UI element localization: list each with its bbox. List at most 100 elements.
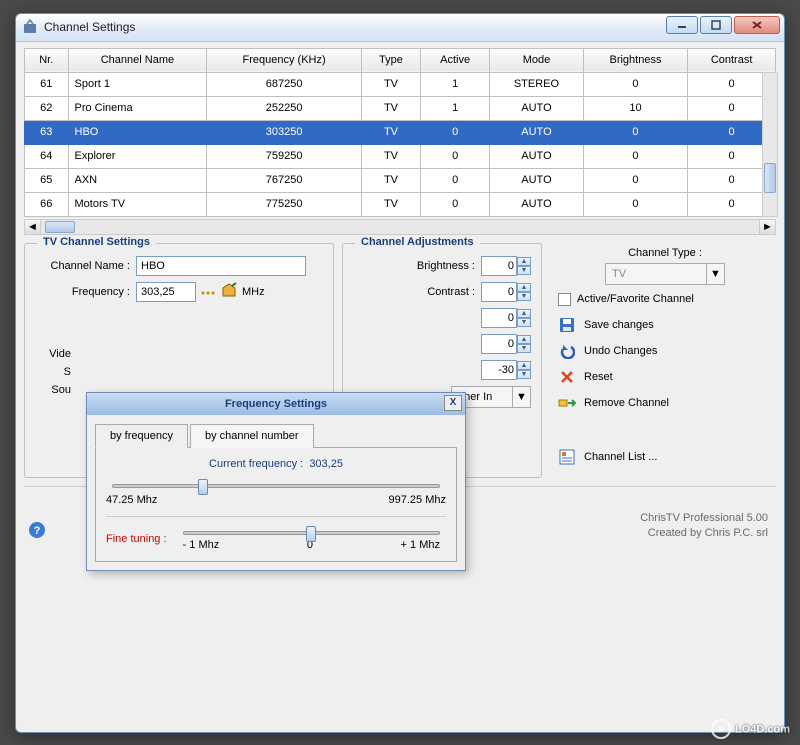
fine-tuning-slider[interactable] [183,531,440,535]
table-row[interactable]: 64Explorer759250TV0AUTO00 [25,144,776,168]
reset-button[interactable]: Reset [558,368,772,386]
table-row[interactable]: 65AXN767250TV0AUTO00 [25,168,776,192]
table-cell[interactable]: 0 [421,120,490,144]
table-cell[interactable]: AUTO [490,168,584,192]
titlebar[interactable]: Channel Settings [16,14,784,42]
scroll-left-arrow[interactable]: ◄ [25,220,41,234]
column-header[interactable]: Type [361,48,420,72]
channel-picker-icon[interactable] [220,282,238,301]
table-cell[interactable]: 66 [25,192,69,216]
column-header[interactable]: Brightness [583,48,687,72]
table-cell[interactable]: 0 [583,120,687,144]
table-cell[interactable]: 303250 [207,120,362,144]
scroll-thumb[interactable] [764,163,776,193]
table-cell[interactable]: TV [361,120,420,144]
contrast-spinner[interactable]: ▲▼ [481,282,531,302]
table-cell[interactable]: HBO [68,120,207,144]
table-row[interactable]: 62Pro Cinema252250TV1AUTO100 [25,96,776,120]
table-cell[interactable]: 62 [25,96,69,120]
table-cell[interactable]: 0 [583,72,687,96]
column-header[interactable]: Channel Name [68,48,207,72]
popup-titlebar[interactable]: Frequency Settings X [87,393,465,415]
table-cell[interactable]: AUTO [490,192,584,216]
save-changes-button[interactable]: Save changes [558,316,772,334]
table-row[interactable]: 63HBO303250TV0AUTO00 [25,120,776,144]
table-cell[interactable]: 767250 [207,168,362,192]
undo-icon [558,342,576,360]
table-cell[interactable]: Motors TV [68,192,207,216]
ellipsis-icon[interactable] [200,283,216,300]
table-cell[interactable]: TV [361,192,420,216]
horizontal-scrollbar[interactable]: ◄ ► [24,219,776,235]
table-cell[interactable]: 64 [25,144,69,168]
table-cell[interactable]: 1 [421,96,490,120]
column-header[interactable]: Nr. [25,48,69,72]
close-window-button[interactable] [734,16,780,34]
table-cell[interactable]: AXN [68,168,207,192]
channel-list-button[interactable]: Channel List ... [558,448,772,466]
table-cell[interactable]: 775250 [207,192,362,216]
column-header[interactable]: Active [421,48,490,72]
tab-by-frequency[interactable]: by frequency [95,424,188,448]
table-cell[interactable]: TV [361,144,420,168]
table-row[interactable]: 66Motors TV775250TV0AUTO00 [25,192,776,216]
channel-table[interactable]: Nr.Channel NameFrequency (KHz)TypeActive… [24,48,776,217]
table-cell[interactable]: AUTO [490,96,584,120]
vertical-scrollbar[interactable] [762,72,778,217]
table-cell[interactable]: Explorer [68,144,207,168]
table-cell[interactable]: 0 [583,192,687,216]
table-cell[interactable]: 0 [583,168,687,192]
contrast-label: Contrast : [353,286,475,298]
table-cell[interactable]: 252250 [207,96,362,120]
column-header[interactable]: Frequency (KHz) [207,48,362,72]
frequency-input[interactable] [136,282,196,302]
table-cell[interactable]: 759250 [207,144,362,168]
popup-close-button[interactable]: X [444,395,462,411]
table-cell[interactable]: TV [361,96,420,120]
credits: ChrisTV Professional 5.00 Created by Chr… [640,511,768,542]
column-header[interactable]: Contrast [688,48,776,72]
minimize-button[interactable] [666,16,698,34]
table-cell[interactable]: 687250 [207,72,362,96]
table-cell[interactable]: AUTO [490,120,584,144]
table-cell[interactable]: 0 [421,144,490,168]
table-cell[interactable]: 61 [25,72,69,96]
table-cell[interactable]: Sport 1 [68,72,207,96]
maximize-button[interactable] [700,16,732,34]
table-cell[interactable]: 0 [421,168,490,192]
tab-by-channel-number[interactable]: by channel number [190,424,314,448]
table-cell[interactable]: STEREO [490,72,584,96]
table-cell[interactable]: TV [361,72,420,96]
channel-name-input[interactable] [136,256,306,276]
table-cell[interactable]: AUTO [490,144,584,168]
svg-text:?: ? [34,525,41,537]
table-cell[interactable]: 63 [25,120,69,144]
freq-max-label: 997.25 Mhz [389,494,446,506]
slider-thumb[interactable] [198,479,208,495]
fine-slider-thumb[interactable] [306,526,316,542]
frequency-label: Frequency : [35,286,130,298]
frequency-slider[interactable] [112,484,440,488]
adj4-spinner[interactable]: ▲▼ [481,334,531,354]
table-cell[interactable]: 0 [421,192,490,216]
table-cell[interactable]: TV [361,168,420,192]
scroll-right-arrow[interactable]: ► [759,220,775,234]
current-frequency-label: Current frequency : 303,25 [106,458,446,470]
active-favorite-checkbox[interactable]: Active/Favorite Channel [558,293,772,306]
table-row[interactable]: 61Sport 1687250TV1STEREO00 [25,72,776,96]
table-cell[interactable]: 1 [421,72,490,96]
help-icon[interactable]: ? [28,521,46,542]
remove-channel-button[interactable]: Remove Channel [558,394,772,412]
table-cell[interactable]: 10 [583,96,687,120]
adj5-spinner[interactable]: ▲▼ [481,360,531,380]
undo-changes-button[interactable]: Undo Changes [558,342,772,360]
table-cell[interactable]: Pro Cinema [68,96,207,120]
column-header[interactable]: Mode [490,48,584,72]
channel-type-combo[interactable]: TV▼ [605,263,725,285]
save-icon [558,316,576,334]
brightness-spinner[interactable]: ▲▼ [481,256,531,276]
table-cell[interactable]: 65 [25,168,69,192]
hscroll-thumb[interactable] [45,221,75,233]
adj3-spinner[interactable]: ▲▼ [481,308,531,328]
table-cell[interactable]: 0 [583,144,687,168]
